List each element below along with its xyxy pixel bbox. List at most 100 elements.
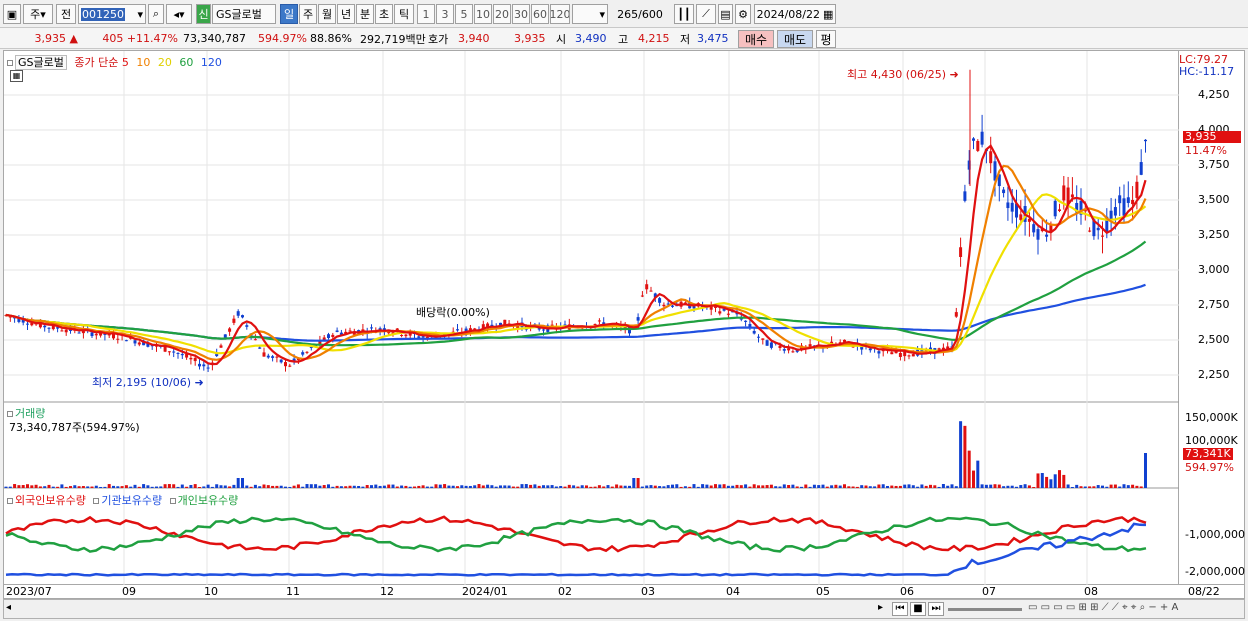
volume-bar [692,484,696,488]
x-label: 07 [982,585,996,598]
candle-body [417,336,421,338]
prev-button[interactable]: 전 [56,4,76,24]
volume-bar [911,485,915,488]
legend-ma20[interactable]: 20 [158,56,172,69]
candle-body [791,351,795,353]
volume-bar [284,486,287,488]
tool-icons[interactable]: ▭ ▭ ▭ ▭ ⊞ ⊞ ⟋ ⟋ ⌖ ⌖ ⌕ − + A [1028,602,1228,616]
volume-bar [765,485,769,488]
volume-bar [443,484,447,488]
volume-bar [129,486,133,488]
draw-tool-icon[interactable]: ⟋ [696,4,716,24]
candle-body [26,323,29,325]
date-input[interactable]: 2024/08/22 ▦ [754,4,836,24]
legend-box-icon [169,498,176,504]
y-tick: 4,250 [1198,88,1230,101]
period-select[interactable]: 주 ▾ [23,4,53,24]
rewind-icon[interactable]: ⏮ [892,602,908,616]
volume-bar [946,485,950,488]
calendar-icon[interactable]: ▦ [823,8,833,21]
volume-bar [30,485,34,488]
volume-bar [142,484,146,488]
volume-bar [241,478,244,488]
volume-bar [382,485,386,488]
scroll-left-icon[interactable]: ◂ [6,602,18,616]
legend-ma60[interactable]: 60 [179,56,193,69]
tab-minute[interactable]: 분 [356,4,374,24]
volume-bar [99,486,103,488]
volume-bar [864,485,868,488]
volume-bar [769,484,773,488]
interval-3[interactable]: 3 [436,4,454,24]
tab-second[interactable]: 초 [375,4,393,24]
tab-day[interactable]: 일 [280,4,298,24]
volume-bar [589,486,593,488]
legend-stock[interactable]: GS글로벌 [15,55,67,70]
candle-body [1088,230,1092,232]
legend-institution[interactable]: 기관보유수량 [101,494,162,507]
volume-bar [1027,485,1031,488]
interval-30[interactable]: 30 [512,4,530,24]
volume-bar [941,484,945,488]
legend-ma-title[interactable]: 종가 단순 [74,56,118,69]
forward-icon[interactable]: ⏭ [928,602,944,616]
scroll-bar[interactable]: ◂ ▸ ⏮ ■ ⏭ ▭ ▭ ▭ ▭ ⊞ ⊞ ⟋ ⟋ ⌖ ⌖ ⌕ − + A [3,599,1245,619]
sound-icon[interactable]: ◂▾ [166,4,192,24]
grid-toggle-icon[interactable]: ▦ [10,70,23,82]
sell-button[interactable]: 매도 [777,30,813,48]
high-marker-label: 최고 4,430 (06/25) ➜ [847,68,959,81]
avg-button[interactable]: 평 [816,30,836,48]
stock-name-field[interactable]: GS글로벌 [212,4,276,24]
volume-bar [907,484,911,488]
candle-body [64,329,68,333]
legend-foreign[interactable]: 외국인보유수량 [15,494,86,507]
volume-bar [1015,486,1018,488]
tab-tick[interactable]: 틱 [394,4,414,24]
volume-bar [352,485,356,488]
volume-bar [43,486,47,488]
legend-ma5[interactable]: 5 [122,56,129,69]
volume-bar [1079,486,1083,488]
volume-bar [64,486,68,488]
legend-ma10[interactable]: 10 [136,56,150,69]
custom-interval-select[interactable]: ▾ [572,4,608,24]
tab-week[interactable]: 주 [299,4,317,24]
candle-body [593,323,597,326]
stop-icon[interactable]: ■ [910,602,926,616]
code-input[interactable]: 001250 ▾ [78,4,146,24]
chart-area[interactable]: GS글로벌 종가 단순 5 10 20 60 120 ▦ 최고 4,430 (0… [3,50,1180,586]
legend-ma120[interactable]: 120 [201,56,222,69]
save-icon[interactable]: ▤ [718,4,733,24]
candle-body [198,363,201,367]
volume-bar [610,486,614,488]
legend-individual[interactable]: 개인보유수량 [178,494,239,507]
interval-5[interactable]: 5 [455,4,473,24]
volume-bar [615,484,619,488]
volume-bar [391,484,395,488]
tab-month[interactable]: 월 [318,4,336,24]
candle-body [232,318,236,323]
scroll-right-icon[interactable]: ▸ [878,602,890,616]
gear-icon[interactable]: ⚙ [735,4,751,24]
interval-10[interactable]: 10 [474,4,492,24]
interval-120[interactable]: 120 [550,4,570,24]
interval-20[interactable]: 20 [493,4,511,24]
high-label: 고 [618,32,629,46]
high-price: 4,215 [638,32,670,45]
volume-y-tick: 100,000K [1185,434,1238,447]
candle-body [77,332,81,334]
buy-button[interactable]: 매수 [738,30,774,48]
volume-bar [1092,486,1096,488]
tab-year[interactable]: 년 [337,4,355,24]
volume-bar [314,484,318,488]
candle-body [1002,189,1006,194]
interval-60[interactable]: 60 [531,4,549,24]
volume-bar [339,486,343,488]
volume-bar [215,484,219,488]
zoom-slider[interactable] [948,608,1022,611]
window-menu-icon[interactable]: ▣ [3,4,21,24]
volume-bar [21,485,25,488]
interval-1[interactable]: 1 [417,4,435,24]
candle-icon[interactable]: ┃┃ [674,4,694,24]
search-icon[interactable]: ⌕ [148,4,164,24]
